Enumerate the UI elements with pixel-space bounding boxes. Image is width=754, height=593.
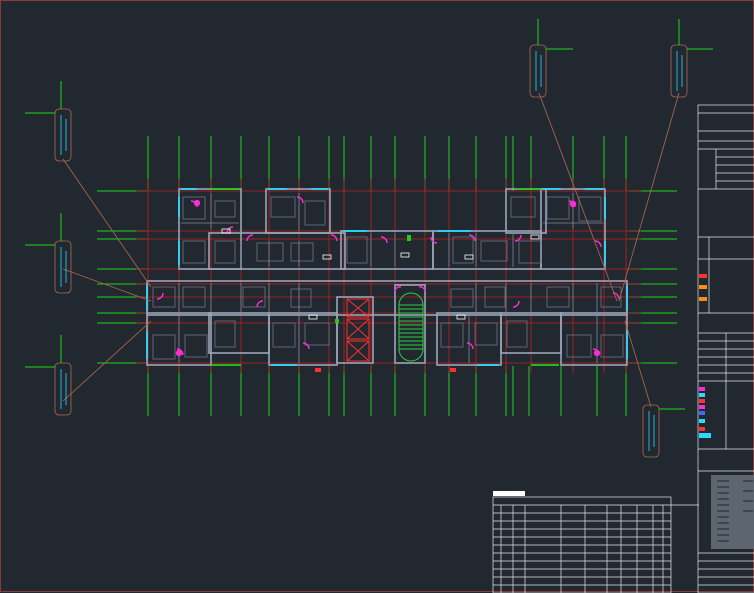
furniture xyxy=(152,196,624,360)
building-walls xyxy=(146,188,628,366)
axis-grid-horizontal xyxy=(97,190,677,364)
cad-model-viewport[interactable] xyxy=(0,0,754,593)
axis-grid-vertical xyxy=(147,136,627,416)
windows xyxy=(146,188,628,366)
door-window-schedule-table xyxy=(492,496,699,593)
door-swing-icon xyxy=(156,196,620,357)
stair-icon xyxy=(398,292,424,362)
interior-partitions xyxy=(178,193,603,363)
title-block-logo xyxy=(711,475,754,549)
schedule-table-header xyxy=(493,491,525,496)
elevator-shafts xyxy=(346,298,370,362)
floor-plan-drawing[interactable] xyxy=(1,1,754,593)
